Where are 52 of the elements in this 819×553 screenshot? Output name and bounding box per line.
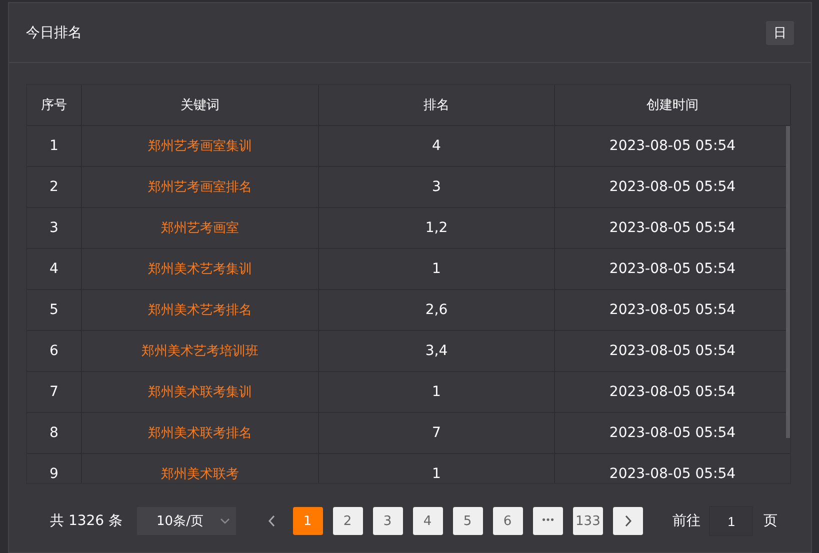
table-cell: 2,6 (319, 290, 555, 330)
keyword-link[interactable]: 郑州美术联考集训 (82, 372, 319, 412)
column-header: 创建时间 (555, 85, 791, 125)
page-button[interactable]: 1 (292, 507, 323, 535)
keyword-link[interactable]: 郑州美术艺考集训 (82, 249, 319, 289)
table-cell: 9 (27, 454, 82, 483)
page-button[interactable]: 133 (572, 507, 604, 535)
keyword-link[interactable]: 郑州美术艺考培训班 (82, 331, 319, 371)
table-cell: 3,4 (319, 331, 555, 371)
next-page-button[interactable] (613, 507, 644, 535)
table-cell: 1 (319, 249, 555, 289)
table-cell: 1 (319, 454, 555, 483)
column-header: 关键词 (82, 85, 319, 125)
table-cell: 1 (319, 372, 555, 412)
goto-page-input[interactable]: 1 (710, 507, 752, 535)
table-cell: 1,2 (319, 208, 555, 248)
keyword-link[interactable]: 郑州艺考画室集训 (82, 126, 319, 166)
period-button[interactable]: 日 (766, 20, 794, 44)
page-button[interactable]: 3 (372, 507, 403, 535)
card-title: 今日排名 (26, 24, 82, 42)
page-size-select[interactable]: 10条/页 (136, 507, 236, 535)
table-cell: 2 (27, 167, 82, 207)
table-cell: 5 (27, 290, 82, 330)
table-cell: 4 (319, 126, 555, 166)
keyword-link[interactable]: 郑州美术联考排名 (82, 413, 319, 453)
scrollbar[interactable] (786, 126, 790, 438)
column-header: 排名 (319, 85, 555, 125)
total-count: 共 1326 条 (50, 512, 123, 530)
table-cell: 8 (27, 413, 82, 453)
page-button[interactable]: 5 (452, 507, 483, 535)
keyword-link[interactable]: 郑州艺考画室排名 (82, 167, 319, 207)
page-button[interactable]: 4 (412, 507, 443, 535)
table-cell: 3 (319, 167, 555, 207)
table-cell: 2023-08-05 05:54 (555, 454, 790, 483)
keyword-link[interactable]: 郑州美术联考 (82, 454, 319, 483)
page-button[interactable]: 6 (492, 507, 523, 535)
more-pages-button[interactable]: ••• (532, 507, 563, 535)
keyword-link[interactable]: 郑州美术艺考排名 (82, 290, 319, 330)
page-button[interactable]: 2 (332, 507, 363, 535)
table-cell: 7 (27, 372, 82, 412)
table-cell: 3 (27, 208, 82, 248)
previous-page-icon[interactable] (268, 515, 276, 527)
chevron-right-icon (624, 515, 632, 527)
table-cell: 6 (27, 331, 82, 371)
table-cell: 7 (319, 413, 555, 453)
chevron-down-icon (220, 518, 230, 524)
goto-label: 前往 (672, 512, 700, 530)
table-cell: 1 (27, 126, 82, 166)
page-suffix: 页 (763, 512, 778, 530)
column-header: 序号 (27, 85, 82, 125)
keyword-link[interactable]: 郑州艺考画室 (82, 208, 319, 248)
table-cell: 4 (27, 249, 82, 289)
